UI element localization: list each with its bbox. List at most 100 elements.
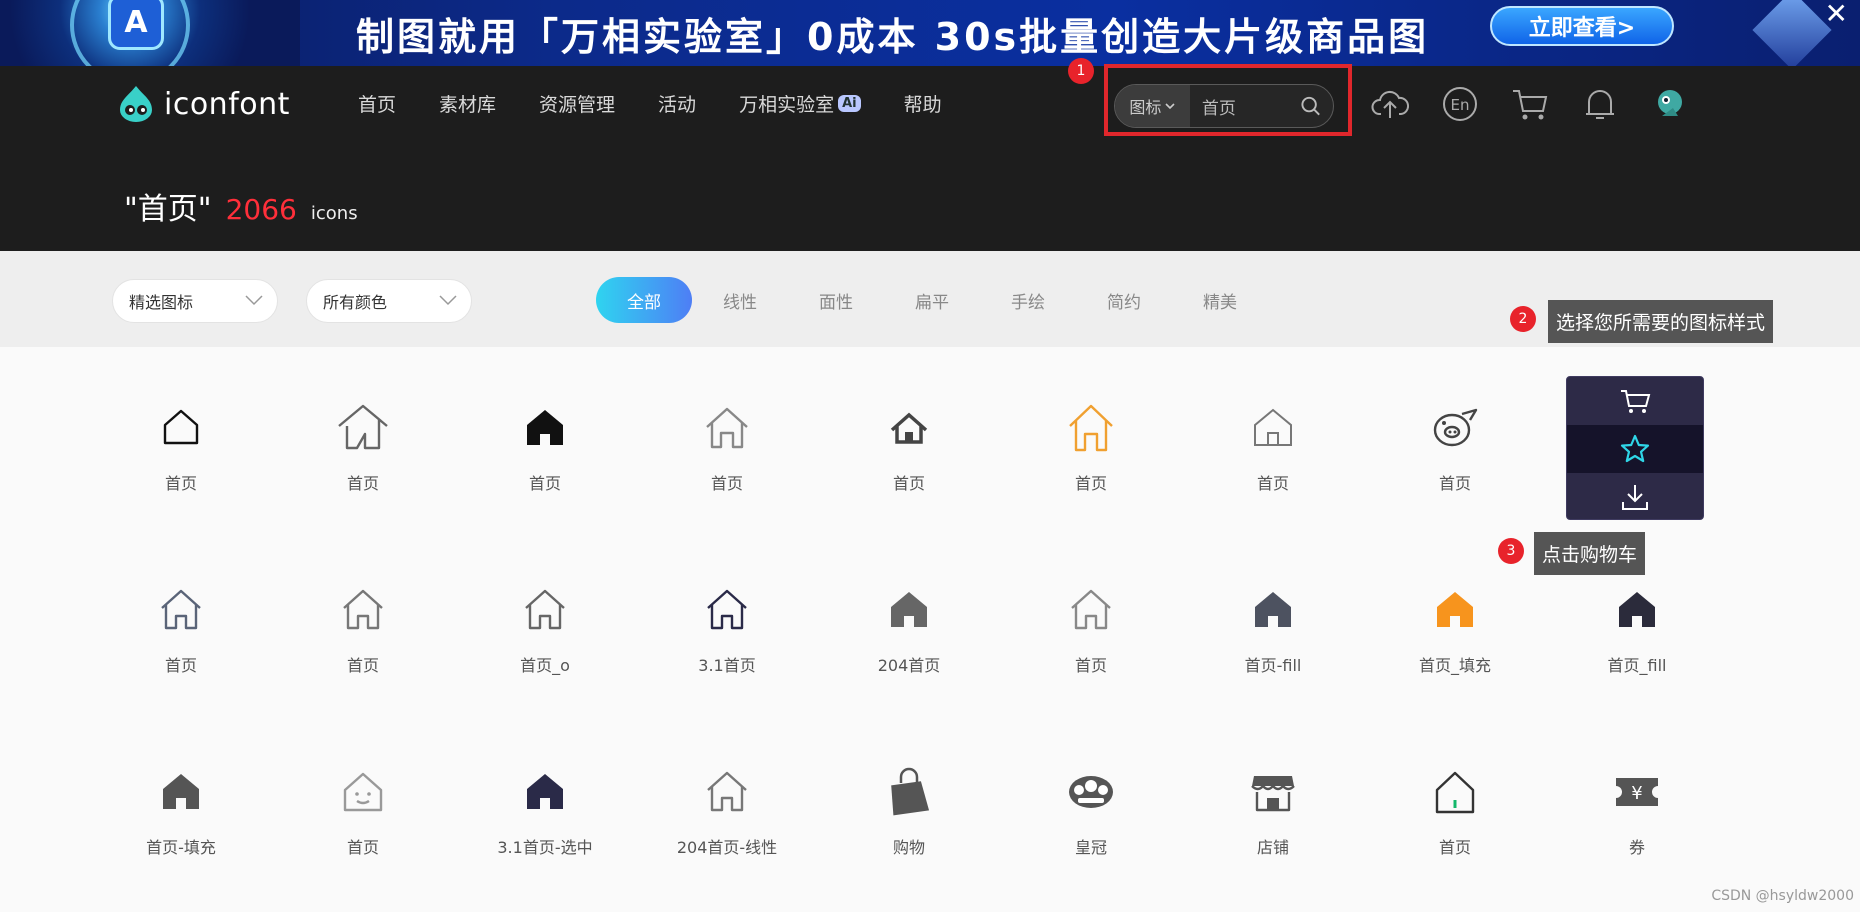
- house-thin-icon: [1245, 400, 1301, 456]
- icon-label: 首页: [164, 656, 197, 675]
- icon-card[interactable]: 3.1首页: [652, 582, 802, 676]
- house-small-icon: [881, 400, 937, 456]
- icon-card[interactable]: 首页_fill: [1562, 582, 1712, 676]
- house-icon: [517, 582, 573, 638]
- house-line-icon: [699, 400, 755, 456]
- icon-label: 首页: [1438, 838, 1471, 857]
- house-solid-icon: [1427, 582, 1483, 638]
- store-icon: [1245, 764, 1301, 820]
- nav-help[interactable]: 帮助: [904, 90, 942, 117]
- tab-flat[interactable]: 扁平: [884, 277, 980, 323]
- download-button[interactable]: [1567, 473, 1703, 519]
- icon-card[interactable]: ¥ 券: [1562, 764, 1712, 858]
- star-icon: [1620, 434, 1650, 463]
- icon-label: 首页_fill: [1607, 656, 1667, 675]
- house-solid-icon: [1245, 582, 1301, 638]
- icon-quality-select[interactable]: 精选图标: [112, 279, 278, 323]
- cart-icon[interactable]: [1510, 84, 1550, 124]
- icon-card[interactable]: 首页: [652, 400, 802, 494]
- download-icon: [1622, 485, 1648, 510]
- house-solid-icon: [517, 764, 573, 820]
- search-type-label: 图标: [1129, 98, 1162, 117]
- result-count: 2066: [225, 193, 297, 226]
- icon-card[interactable]: 204首页-线性: [652, 764, 802, 858]
- tab-all[interactable]: 全部: [596, 277, 692, 323]
- site-logo[interactable]: iconfont: [116, 84, 290, 124]
- icon-card[interactable]: 首页_o: [470, 582, 620, 676]
- tab-line[interactable]: 线性: [692, 277, 788, 323]
- icon-card[interactable]: 首页: [288, 764, 438, 858]
- chevron-down-icon: [1165, 103, 1176, 110]
- icon-card[interactable]: 首页: [470, 400, 620, 494]
- tab-handdrawn[interactable]: 手绘: [980, 277, 1076, 323]
- search-type-dropdown[interactable]: 图标: [1115, 85, 1190, 127]
- tab-fill[interactable]: 面性: [788, 277, 884, 323]
- icon-card[interactable]: 首页: [288, 582, 438, 676]
- promo-banner[interactable]: A 制图就用「万相实验室」0成本 30s批量创造大片级商品图 立即查看> ✕: [0, 0, 1860, 66]
- icon-card[interactable]: 首页: [106, 582, 256, 676]
- icon-card[interactable]: 3.1首页-选中: [470, 764, 620, 858]
- nav-materials[interactable]: 素材库: [439, 90, 496, 117]
- icon-card[interactable]: 皇冠: [1016, 764, 1166, 858]
- annotation-marker-3: 3: [1498, 538, 1524, 564]
- search-input[interactable]: [1199, 95, 1300, 117]
- icon-card[interactable]: 首页: [1016, 400, 1166, 494]
- icon-label: 首页: [346, 474, 379, 493]
- tab-fine[interactable]: 精美: [1172, 277, 1268, 323]
- language-icon[interactable]: En: [1440, 84, 1480, 124]
- header-actions: En: [1370, 84, 1690, 124]
- house-open-icon: [335, 400, 391, 456]
- house-icon: [1063, 582, 1119, 638]
- icon-card[interactable]: 首页: [1380, 764, 1530, 858]
- banner-cta-button[interactable]: 立即查看>: [1490, 6, 1674, 46]
- bell-icon[interactable]: [1580, 84, 1620, 124]
- icon-card[interactable]: 首页: [1016, 582, 1166, 676]
- search-icon[interactable]: [1300, 95, 1321, 117]
- house-outline-icon: [153, 400, 209, 456]
- icon-label: 首页: [346, 838, 379, 857]
- tab-simple[interactable]: 简约: [1076, 277, 1172, 323]
- house-face-icon: [335, 764, 391, 820]
- house-orange-icon: [1063, 400, 1119, 456]
- result-query: "首页": [124, 192, 212, 227]
- icon-label: 首页-fill: [1244, 656, 1302, 675]
- icon-card[interactable]: 首页: [1380, 400, 1530, 494]
- banner-gem: [1752, 0, 1832, 66]
- icon-label: 首页: [164, 474, 197, 493]
- icon-label: 3.1首页-选中: [497, 838, 593, 857]
- icon-label: 皇冠: [1074, 838, 1107, 857]
- annotation-tooltip-2: 选择您所需要的图标样式: [1548, 300, 1774, 343]
- house-icon: [699, 582, 755, 638]
- icon-card[interactable]: 首页: [106, 400, 256, 494]
- nav-activity[interactable]: 活动: [658, 90, 696, 117]
- icon-card[interactable]: 首页: [834, 400, 984, 494]
- upload-icon[interactable]: [1370, 84, 1410, 124]
- favorite-button[interactable]: [1567, 425, 1703, 473]
- pig-icon: [1427, 400, 1483, 456]
- annotation-tooltip-3: 点击购物车: [1534, 532, 1646, 575]
- icon-card[interactable]: 购物: [834, 764, 984, 858]
- close-icon[interactable]: ✕: [1825, 0, 1848, 28]
- icon-card[interactable]: 首页: [288, 400, 438, 494]
- nav-lab[interactable]: 万相实验室 Ai: [739, 90, 861, 117]
- nav-home[interactable]: 首页: [358, 90, 396, 117]
- icon-label: 204首页-线性: [676, 838, 778, 857]
- icon-label: 首页: [1074, 656, 1107, 675]
- result-title: "首页" 2066 icons: [124, 184, 358, 228]
- avatar[interactable]: [1650, 84, 1690, 124]
- icon-card[interactable]: 首页-填充: [106, 764, 256, 858]
- icon-label: 购物: [892, 838, 925, 857]
- icon-card[interactable]: 首页: [1198, 400, 1348, 494]
- icon-label: 首页: [1256, 474, 1289, 493]
- banner-logo: A: [108, 0, 164, 50]
- color-select[interactable]: 所有颜色: [306, 279, 472, 323]
- add-to-cart-button[interactable]: [1567, 377, 1703, 425]
- icon-label: 首页: [1438, 474, 1471, 493]
- icon-card[interactable]: 204首页: [834, 582, 984, 676]
- nav-resources[interactable]: 资源管理: [539, 90, 615, 117]
- icon-label: 首页: [346, 656, 379, 675]
- icon-card[interactable]: 首页-fill: [1198, 582, 1348, 676]
- iconfont-logo-icon: [120, 86, 152, 122]
- icon-card[interactable]: 首页_填充: [1380, 582, 1530, 676]
- icon-card[interactable]: 店铺: [1198, 764, 1348, 858]
